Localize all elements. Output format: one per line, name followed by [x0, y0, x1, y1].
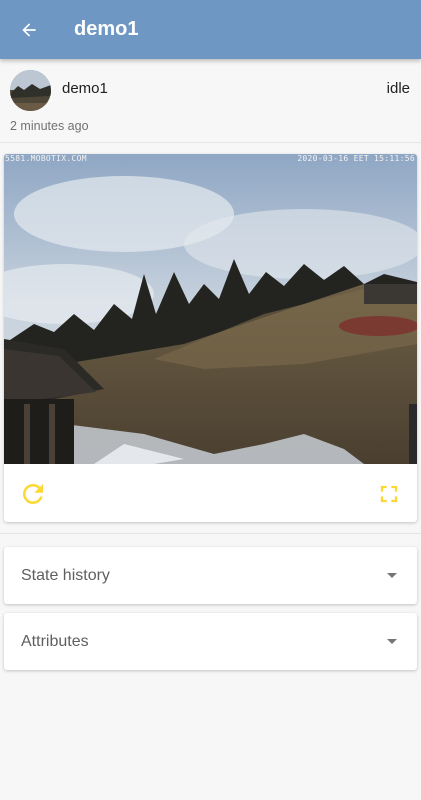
attributes-label: Attributes: [21, 633, 89, 650]
chevron-down-icon: [387, 639, 397, 644]
camera-image[interactable]: [4, 154, 417, 464]
back-button[interactable]: [0, 0, 58, 59]
fullscreen-button[interactable]: [373, 478, 405, 510]
avatar: [10, 70, 51, 111]
arrow-left-icon: [22, 22, 36, 37]
refresh-icon: [22, 483, 43, 504]
attributes-expander[interactable]: Attributes: [4, 613, 417, 670]
state-history-label: State history: [21, 567, 110, 584]
camera-timestamp: 2020-03-16 EET 15:11:56: [297, 154, 415, 163]
entity-state: idle: [386, 80, 410, 97]
last-changed-time: 2 minutes ago: [10, 119, 89, 133]
refresh-button[interactable]: [17, 478, 49, 510]
divider: [0, 533, 421, 534]
app-bar: demo1: [0, 0, 421, 59]
camera-source-label: 5581.MOBOTIX.COM: [5, 154, 87, 163]
state-history-expander[interactable]: State history: [4, 547, 417, 604]
camera-card: 5581.MOBOTIX.COM 2020-03-16 EET 15:11:56: [4, 154, 417, 522]
entity-header: demo1 idle 2 minutes ago: [0, 59, 421, 143]
fullscreen-icon: [380, 485, 398, 503]
chevron-down-icon: [387, 573, 397, 578]
page-title: demo1: [74, 18, 139, 40]
entity-name: demo1: [62, 80, 108, 97]
camera-actions: [4, 464, 417, 522]
